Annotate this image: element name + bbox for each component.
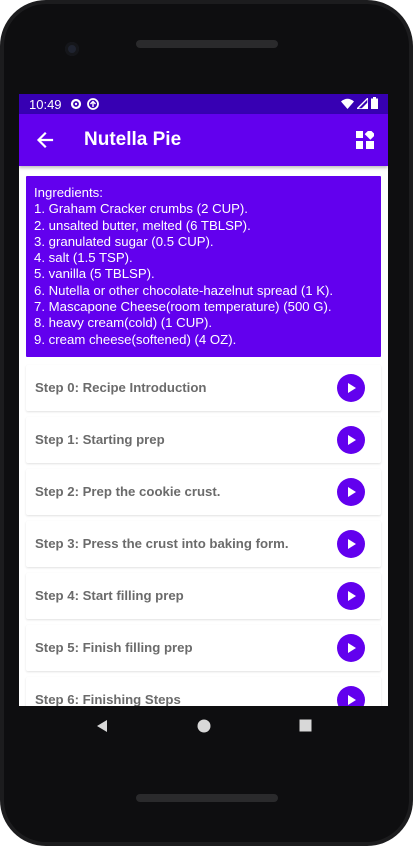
step-label: Step 6: Finishing Steps [35,692,181,706]
play-button[interactable] [337,685,365,706]
step-label: Step 3: Press the crust into baking form… [35,536,289,552]
page-title: Nutella Pie [84,129,182,150]
ingredient-item: 4. salt (1.5 TSP). [34,250,133,266]
settings-icon [70,98,82,110]
back-triangle-icon[interactable] [95,719,109,738]
status-time: 10:49 [29,96,62,112]
steps-list: Step 0: Recipe Introduction Step 1: Star… [26,364,381,706]
play-icon [348,694,356,705]
step-label: Step 2: Prep the cookie crust. [35,484,221,500]
step-label: Step 0: Recipe Introduction [35,380,207,396]
dashboard-icon[interactable] [356,129,376,149]
status-bar: 10:49 [19,94,388,114]
play-button[interactable] [337,529,365,558]
play-icon [348,590,356,601]
step-label: Step 1: Starting prep [35,432,165,448]
play-button[interactable] [337,581,365,610]
ingredient-item: 7. Mascapone Cheese(room temperature) (5… [34,299,332,315]
ingredients-card: Ingredients: 1. Graham Cracker crumbs (2… [26,176,381,357]
step-item[interactable]: Step 4: Start filling prep [26,572,381,619]
device-screen: 10:49 Nutella Pie Ingredients: 1. Graham… [19,94,388,706]
phone-frame: 10:49 Nutella Pie Ingredients: 1. Graham… [0,0,413,846]
ingredient-item: 3. granulated sugar (0.5 CUP). [34,233,214,249]
top-speaker [136,40,278,48]
battery-icon [371,96,378,112]
play-icon [348,382,356,393]
step-item[interactable]: Step 1: Starting prep [26,416,381,463]
ingredient-item: 5. vanilla (5 TBLSP). [34,266,155,282]
ingredients-heading: Ingredients: [34,185,103,200]
step-label: Step 5: Finish filling prep [35,640,193,656]
front-camera [65,42,79,56]
step-item[interactable]: Step 3: Press the crust into baking form… [26,520,381,567]
ingredient-item: 6. Nutella or other chocolate-hazelnut s… [34,282,334,298]
play-icon [348,486,356,497]
play-icon [348,538,356,549]
ingredient-item: 1. Graham Cracker crumbs (2 CUP). [34,201,248,217]
play-icon [348,434,356,445]
step-item[interactable]: Step 5: Finish filling prep [26,624,381,671]
play-button[interactable] [337,373,365,402]
recipe-content: Ingredients: 1. Graham Cracker crumbs (2… [19,166,388,706]
play-button[interactable] [337,633,365,662]
wifi-icon [341,97,354,112]
step-item[interactable]: Step 6: Finishing Steps [26,676,381,706]
play-button[interactable] [337,425,365,454]
bottom-speaker [136,794,278,802]
arrow-left-icon[interactable] [35,130,55,150]
status-right-icons [341,95,378,112]
ingredient-item: 8. heavy cream(cold) (1 CUP). [34,315,213,331]
home-circle-icon[interactable] [197,719,211,738]
ingredient-item: 9. cream cheese(softened) (4 OZ). [34,331,237,347]
recents-square-icon[interactable] [299,719,312,737]
system-nav-bar [19,706,388,750]
ingredient-item: 2. unsalted butter, melted (6 TBLSP). [34,217,251,233]
signal-icon [355,95,369,112]
play-icon [348,642,356,653]
step-item[interactable]: Step 0: Recipe Introduction [26,364,381,411]
play-button[interactable] [337,477,365,506]
sync-icon [86,98,99,110]
step-item[interactable]: Step 2: Prep the cookie crust. [26,468,381,515]
step-label: Step 4: Start filling prep [35,588,184,604]
app-bar: Nutella Pie [19,114,388,166]
